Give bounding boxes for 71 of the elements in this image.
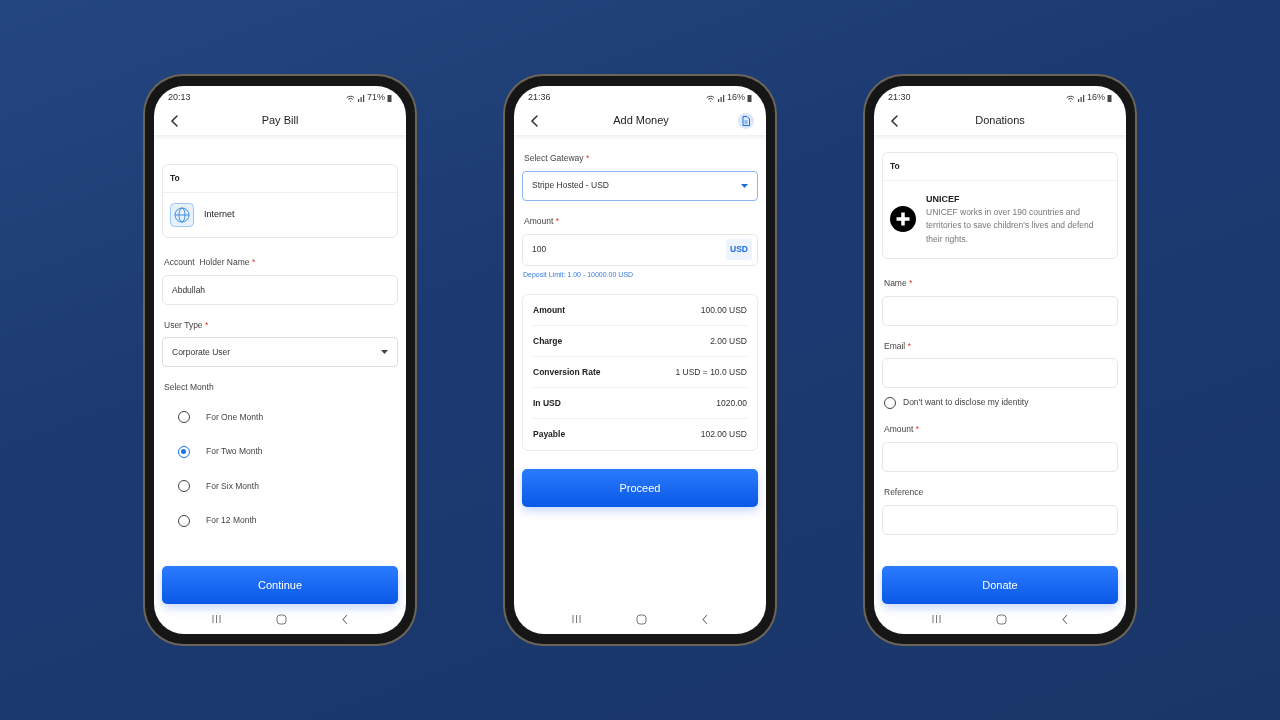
document-button[interactable] bbox=[738, 112, 754, 129]
caret-icon bbox=[741, 183, 748, 188]
battery-level: 16% bbox=[1087, 91, 1105, 105]
option-label: Don't want to disclose my identity bbox=[903, 396, 1029, 409]
card-heading: To bbox=[163, 165, 397, 193]
battery-icon bbox=[747, 94, 752, 102]
caret-icon bbox=[381, 350, 388, 355]
text-field[interactable] bbox=[882, 295, 1118, 326]
dropdown-field[interactable]: Corporate User bbox=[162, 337, 398, 368]
status-time: 21:36 bbox=[528, 91, 551, 105]
signal-icon bbox=[717, 94, 725, 102]
summary-label: Payable bbox=[533, 428, 566, 441]
signal-icon bbox=[357, 94, 365, 102]
screen-title: Donations bbox=[974, 113, 1026, 129]
amount-field[interactable]: 100 USD bbox=[522, 233, 758, 266]
status-time: 21:30 bbox=[888, 91, 911, 105]
recipient-name: UNICEF bbox=[926, 192, 961, 206]
summary-value: 100.00 USD bbox=[700, 303, 747, 317]
battery-level: 71% bbox=[367, 91, 385, 105]
home-icon[interactable] bbox=[636, 613, 647, 625]
summary-label: Charge bbox=[533, 334, 563, 348]
battery-level: 16% bbox=[727, 91, 745, 105]
plus-icon bbox=[890, 206, 916, 233]
screen-title: Pay Bill bbox=[260, 113, 300, 129]
wifi-icon bbox=[706, 94, 715, 102]
summary-value: 2.00 USD bbox=[710, 334, 747, 348]
primary-button[interactable]: Donate bbox=[882, 566, 1118, 604]
recents-icon[interactable] bbox=[211, 614, 222, 624]
option-label: For Six Month bbox=[206, 479, 259, 493]
field-label: Account Holder Name * bbox=[164, 255, 256, 269]
text-field[interactable] bbox=[882, 358, 1118, 389]
battery-icon bbox=[387, 94, 392, 102]
field-label: Reference bbox=[884, 485, 924, 499]
field-label: Select Month bbox=[164, 381, 215, 394]
summary-value: 1020.00 bbox=[716, 396, 747, 410]
document-icon bbox=[742, 115, 750, 126]
text-field[interactable]: Abdullah bbox=[162, 274, 398, 305]
screen-title: Add Money bbox=[612, 113, 670, 129]
summary-label: In USD bbox=[533, 396, 561, 410]
recipient-name: Internet bbox=[204, 208, 235, 221]
currency-badge: USD bbox=[726, 239, 752, 260]
recents-icon[interactable] bbox=[571, 614, 582, 624]
field-label: Amount * bbox=[524, 214, 559, 228]
globe-icon bbox=[170, 202, 194, 227]
summary-value: 1 USD = 10.0 USD bbox=[675, 365, 747, 379]
dropdown-field[interactable]: Stripe Hosted - USD bbox=[522, 170, 758, 201]
field-label: Select Gateway * bbox=[524, 152, 590, 165]
status-time: 20:13 bbox=[168, 91, 191, 105]
text-field[interactable] bbox=[882, 504, 1118, 535]
summary-label: Amount bbox=[533, 303, 566, 317]
field-label: User Type * bbox=[164, 318, 209, 332]
wifi-icon bbox=[1066, 94, 1075, 102]
field-label: Amount * bbox=[884, 423, 919, 436]
recipient-description: UNICEF works in over 190 countries and territories to save children's lives and defend their rights. bbox=[926, 206, 1095, 246]
primary-button[interactable]: Continue bbox=[162, 566, 398, 604]
primary-button[interactable]: Proceed bbox=[522, 469, 758, 507]
option-label: For 12 Month bbox=[206, 514, 257, 528]
home-icon[interactable] bbox=[996, 613, 1007, 625]
battery-icon bbox=[1107, 94, 1112, 102]
signal-icon bbox=[1077, 94, 1085, 102]
option-label: For One Month bbox=[206, 410, 264, 424]
card-heading: To bbox=[883, 153, 1117, 181]
home-icon[interactable] bbox=[276, 613, 287, 625]
summary-value: 102.00 USD bbox=[700, 428, 747, 441]
field-label: Email * bbox=[884, 339, 911, 353]
option-label: For Two Month bbox=[206, 445, 263, 459]
text-field[interactable] bbox=[882, 441, 1118, 472]
summary-label: Conversion Rate bbox=[533, 365, 601, 379]
wifi-icon bbox=[346, 94, 355, 102]
field-label: Name * bbox=[884, 276, 913, 290]
recents-icon[interactable] bbox=[931, 614, 942, 624]
